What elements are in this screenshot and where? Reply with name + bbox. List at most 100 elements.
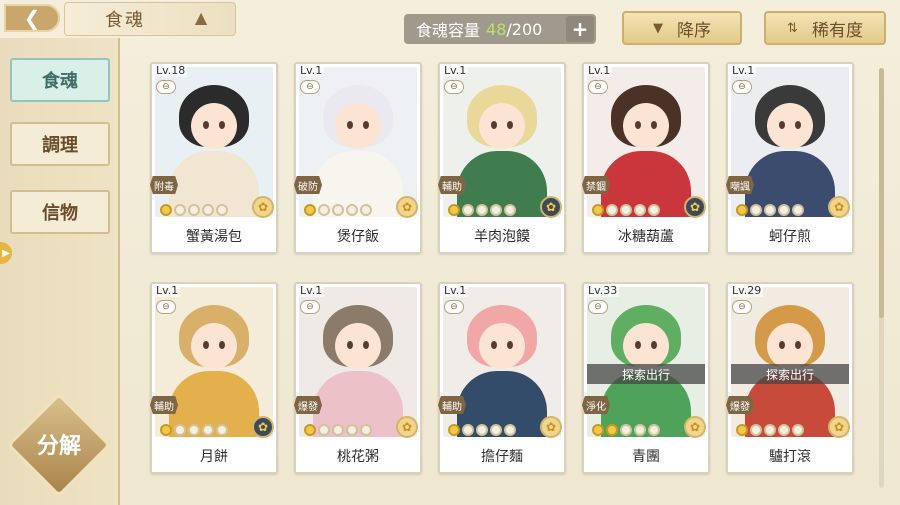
back-button[interactable]: ❮	[4, 4, 60, 32]
triangle-down-icon: ▼	[653, 20, 663, 36]
level-label: Lv.29	[730, 284, 764, 297]
tab-tokens[interactable]: 信物	[10, 190, 110, 234]
expand-arrow-icon[interactable]: ▶	[0, 242, 12, 264]
star-icon	[504, 204, 516, 216]
element-gem-icon: ✿	[252, 416, 274, 438]
food-soul-grid: Lv.18 ⊖ 附毒 ✿ 蟹黃湯包 Lv.1 ⊖ 破防 ✿ 煲仔飯 Lv.1 ⊖…	[150, 62, 862, 482]
element-gem-icon: ✿	[252, 196, 274, 218]
card-name: 擔仔麵	[440, 440, 564, 472]
star-icon	[360, 424, 372, 436]
star-icon	[778, 424, 790, 436]
star-rating	[448, 204, 516, 216]
star-icon	[764, 424, 776, 436]
level-label: Lv.1	[442, 284, 469, 297]
star-rating	[160, 424, 228, 436]
star-icon	[188, 424, 200, 436]
category-icon: ⊖	[444, 80, 464, 94]
star-icon	[160, 204, 172, 216]
role-badge: 爆發	[726, 396, 754, 414]
star-icon	[750, 204, 762, 216]
food-soul-card[interactable]: Lv.1 ⊖ 爆發 ✿ 桃花粥	[294, 282, 422, 474]
card-name: 桃花粥	[296, 440, 420, 472]
card-name: 青團	[584, 440, 708, 472]
card-name: 羊肉泡饃	[440, 220, 564, 252]
star-icon	[304, 424, 316, 436]
level-label: Lv.1	[154, 284, 181, 297]
food-soul-card[interactable]: Lv.29 ⊖ 爆發 探索出行 ✿ 驢打滾	[726, 282, 854, 474]
level-label: Lv.1	[730, 64, 757, 77]
capacity-max: /200	[506, 19, 543, 39]
food-soul-card[interactable]: Lv.1 ⊖ 輔助 ✿ 擔仔麵	[438, 282, 566, 474]
element-gem-icon: ✿	[684, 196, 706, 218]
element-gem-icon: ✿	[396, 416, 418, 438]
tab-cooking[interactable]: 調理	[10, 122, 110, 166]
role-badge: 破防	[294, 176, 322, 194]
food-soul-card[interactable]: Lv.1 ⊖ 禁錮 ✿ 冰糖葫蘆	[582, 62, 710, 254]
decompose-label: 分解	[36, 433, 81, 459]
star-icon	[620, 204, 632, 216]
level-label: Lv.18	[154, 64, 188, 77]
top-bar: ❮ 食魂 ▲ 食魂容量 48 /200 + ▼ 降序 ⇅ 稀有度	[0, 0, 900, 56]
star-rating	[160, 204, 228, 216]
back-arrow-icon: ❮	[23, 6, 41, 30]
capacity-label: 食魂容量	[416, 21, 481, 40]
food-soul-card[interactable]: Lv.1 ⊖ 輔助 ✿ 月餅	[150, 282, 278, 474]
food-soul-card[interactable]: Lv.1 ⊖ 嘲諷 ✿ 蚵仔煎	[726, 62, 854, 254]
sort-order-button[interactable]: ▼ 降序	[622, 11, 742, 45]
star-icon	[462, 424, 474, 436]
scrollbar-thumb[interactable]	[879, 68, 884, 318]
level-label: Lv.1	[298, 284, 325, 297]
food-soul-card[interactable]: Lv.33 ⊖ 淨化 探索出行 ✿ 青團	[582, 282, 710, 474]
card-name: 蚵仔煎	[728, 220, 852, 252]
card-name: 煲仔飯	[296, 220, 420, 252]
category-icon: ⊖	[732, 300, 752, 314]
star-icon	[736, 424, 748, 436]
element-gem-icon: ✿	[540, 416, 562, 438]
star-icon	[346, 424, 358, 436]
star-icon	[634, 204, 646, 216]
category-icon: ⊖	[444, 300, 464, 314]
star-icon	[778, 204, 790, 216]
star-rating	[304, 424, 372, 436]
card-name: 蟹黃湯包	[152, 220, 276, 252]
explore-status: 探索出行	[731, 364, 849, 384]
star-icon	[750, 424, 762, 436]
star-icon	[606, 424, 618, 436]
element-gem-icon: ✿	[540, 196, 562, 218]
star-icon	[346, 204, 358, 216]
sort-rarity-button[interactable]: ⇅ 稀有度	[764, 11, 886, 45]
category-icon: ⊖	[588, 300, 608, 314]
food-soul-card[interactable]: Lv.1 ⊖ 輔助 ✿ 羊肉泡饃	[438, 62, 566, 254]
role-badge: 附毒	[150, 176, 178, 194]
food-soul-card[interactable]: Lv.18 ⊖ 附毒 ✿ 蟹黃湯包	[150, 62, 278, 254]
star-icon	[202, 204, 214, 216]
role-badge: 輔助	[438, 396, 466, 414]
sort-rarity-label: 稀有度	[811, 20, 863, 41]
category-icon: ⊖	[732, 80, 752, 94]
expand-capacity-button[interactable]: +	[566, 16, 594, 42]
card-name: 驢打滾	[728, 440, 852, 472]
element-gem-icon: ✿	[684, 416, 706, 438]
star-icon	[592, 424, 604, 436]
category-icon: ⊖	[588, 80, 608, 94]
star-icon	[476, 204, 488, 216]
swap-arrows-icon: ⇅	[787, 20, 798, 36]
star-icon	[174, 204, 186, 216]
star-icon	[592, 204, 604, 216]
role-badge: 輔助	[150, 396, 178, 414]
card-name: 冰糖葫蘆	[584, 220, 708, 252]
level-label: Lv.1	[586, 64, 613, 77]
category-icon: ⊖	[156, 300, 176, 314]
star-icon	[160, 424, 172, 436]
card-name: 月餅	[152, 440, 276, 472]
star-icon	[462, 204, 474, 216]
tab-food-souls[interactable]: 食魂	[10, 58, 110, 102]
star-rating	[592, 204, 660, 216]
category-icon: ⊖	[300, 80, 320, 94]
star-icon	[620, 424, 632, 436]
star-icon	[448, 424, 460, 436]
star-rating	[736, 204, 804, 216]
element-gem-icon: ✿	[828, 416, 850, 438]
food-soul-card[interactable]: Lv.1 ⊖ 破防 ✿ 煲仔飯	[294, 62, 422, 254]
star-icon	[448, 204, 460, 216]
